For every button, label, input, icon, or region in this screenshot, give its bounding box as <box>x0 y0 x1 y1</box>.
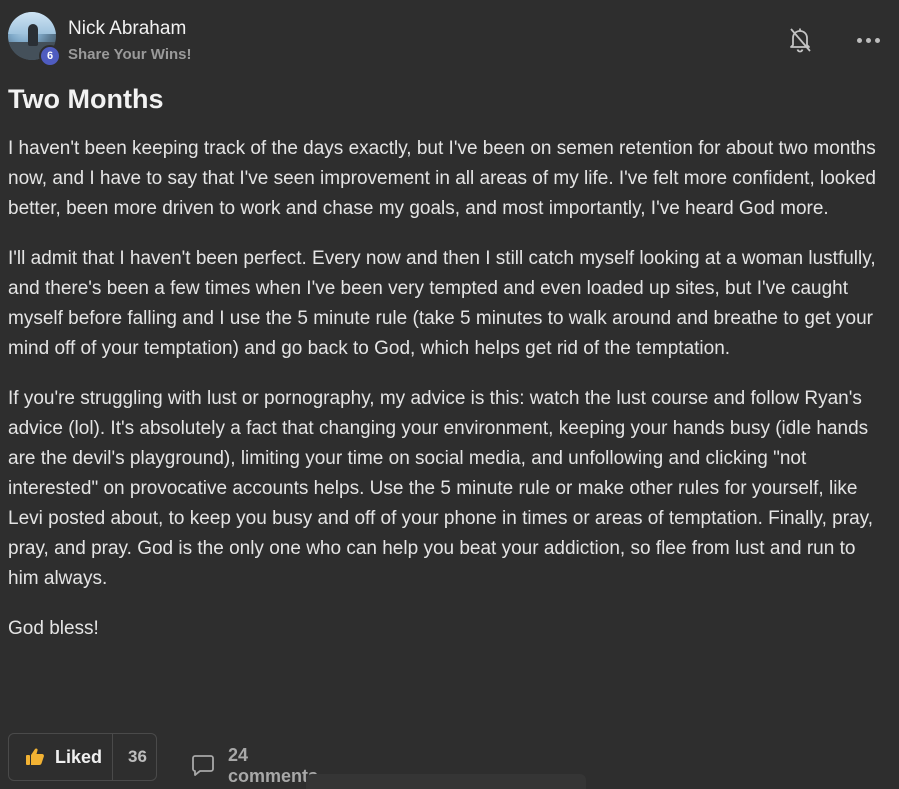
like-control: Liked 36 <box>8 733 157 781</box>
paragraph: God bless! <box>8 618 99 639</box>
comments-button[interactable]: 24 comments <box>190 745 318 787</box>
post-body: I haven't been keeping track of the days… <box>8 134 883 664</box>
category-label[interactable]: Share Your Wins! <box>68 46 192 63</box>
level-badge: 6 <box>39 45 61 67</box>
bell-off-icon[interactable] <box>787 26 813 54</box>
like-button-label: Liked <box>55 746 103 767</box>
paragraph: If you're struggling with lust or pornog… <box>8 388 874 589</box>
more-horizontal-icon[interactable] <box>853 28 883 52</box>
like-button[interactable]: Liked <box>9 734 114 780</box>
thumbs-up-icon <box>25 747 45 767</box>
post-title: Two Months <box>8 84 164 114</box>
paragraph: I'll admit that I haven't been perfect. … <box>8 248 876 359</box>
avatar-figure <box>28 24 38 46</box>
like-count[interactable]: 36 <box>113 747 147 767</box>
more-dot <box>874 37 880 43</box>
post-header: 6 Nick Abraham Share Your Wins! <box>8 12 883 68</box>
author-name[interactable]: Nick Abraham <box>68 18 186 40</box>
overlay-edge <box>306 774 586 789</box>
comment-icon <box>190 754 216 778</box>
comments-label: 24 comments <box>228 745 319 786</box>
post-card: 6 Nick Abraham Share Your Wins! Two Mont… <box>0 0 899 789</box>
more-dot <box>865 37 871 43</box>
paragraph: I haven't been keeping track of the days… <box>8 138 876 219</box>
more-dot <box>856 37 862 43</box>
